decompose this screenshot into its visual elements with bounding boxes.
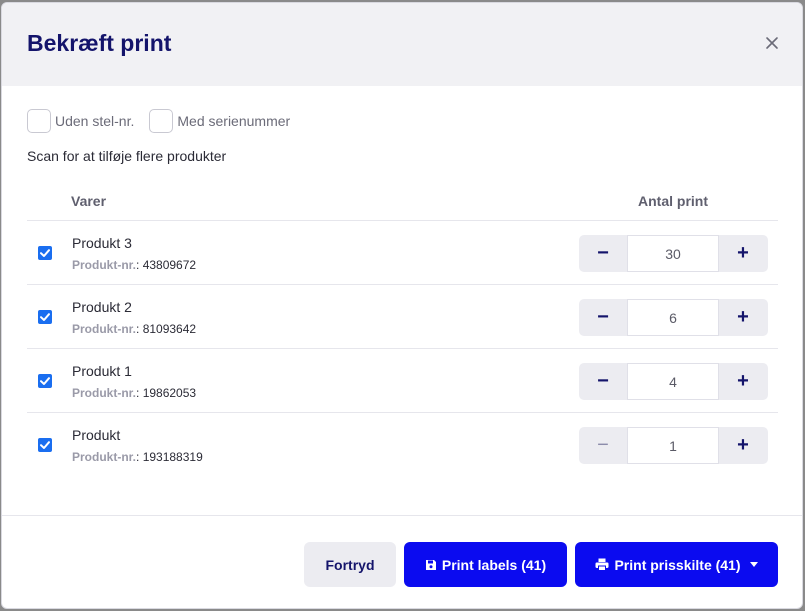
minus-icon: − <box>597 242 609 264</box>
decrement-button[interactable]: − <box>579 363 627 400</box>
cancel-button[interactable]: Fortryd <box>304 542 396 587</box>
sku-label: Produkt-nr. <box>72 322 137 336</box>
sku-value: 81093642 <box>142 322 197 336</box>
sku-value: 19862053 <box>142 386 197 400</box>
sku-separator: : <box>136 450 143 464</box>
plus-icon: + <box>737 370 749 392</box>
sku-separator: : <box>136 386 143 400</box>
option-with-serial-number[interactable]: Med serienummer <box>149 109 290 133</box>
options-row: Uden stel-nr. Med serienummer <box>27 109 305 133</box>
row-checkbox[interactable] <box>38 246 52 260</box>
column-header-print-count: Antal print <box>638 193 708 209</box>
plus-icon: + <box>737 434 749 456</box>
print-labels-label: Print labels (41) <box>441 556 547 573</box>
quantity-input[interactable] <box>627 235 719 272</box>
confirm-print-dialog: Bekræft print Uden stel-nr. Med serienum… <box>1 2 803 609</box>
quantity-stepper: − + <box>579 299 768 336</box>
sku-separator: : <box>136 322 143 336</box>
row-checkbox[interactable] <box>38 438 52 452</box>
product-name: Produkt <box>72 427 121 443</box>
product-name: Produkt 1 <box>72 363 132 379</box>
print-price-tags-button[interactable]: Print prisskilte (41) <box>575 542 778 587</box>
product-sku: Produkt-nr.: 81093642 <box>72 322 196 336</box>
option-checkbox[interactable] <box>27 109 51 133</box>
decrement-button[interactable]: − <box>579 235 627 272</box>
sku-label: Produkt-nr. <box>72 386 137 400</box>
print-price-tags-label: Print prisskilte (41) <box>614 556 741 573</box>
row-checkbox[interactable] <box>38 374 52 388</box>
sku-separator: : <box>136 258 143 272</box>
product-name: Produkt 3 <box>72 235 132 251</box>
decrement-button[interactable]: − <box>579 427 627 464</box>
quantity-stepper: − + <box>579 235 768 272</box>
option-label: Med serienummer <box>177 113 291 129</box>
product-sku: Produkt-nr.: 43809672 <box>72 258 196 272</box>
minus-icon: − <box>597 434 609 456</box>
sku-value: 193188319 <box>142 450 203 464</box>
increment-button[interactable]: + <box>719 427 767 464</box>
scan-hint: Scan for at tilføje flere produkter <box>27 148 227 164</box>
print-labels-button[interactable]: Print labels (41) <box>404 542 567 587</box>
option-label: Uden stel-nr. <box>55 113 135 129</box>
close-icon <box>764 35 780 51</box>
close-button[interactable] <box>764 35 780 51</box>
sku-label: Produkt-nr. <box>72 450 137 464</box>
plus-icon: + <box>737 306 749 328</box>
table-row: Produkt 2 Produkt-nr.: 81093642 − + <box>27 285 778 349</box>
minus-icon: − <box>597 306 609 328</box>
table-row: Produkt 1 Produkt-nr.: 19862053 − + <box>27 349 778 413</box>
printer-icon <box>595 558 609 571</box>
option-without-frame-number[interactable]: Uden stel-nr. <box>27 109 134 133</box>
minus-icon: − <box>597 370 609 392</box>
increment-button[interactable]: + <box>719 299 767 336</box>
decrement-button[interactable]: − <box>579 299 627 336</box>
table-row: Produkt Produkt-nr.: 193188319 − + <box>27 413 778 477</box>
column-header-items: Varer <box>71 193 107 209</box>
option-checkbox[interactable] <box>149 109 174 133</box>
increment-button[interactable]: + <box>719 235 767 272</box>
products-table: Varer Antal print Produkt 3 Produkt-nr.:… <box>27 181 778 477</box>
quantity-input[interactable] <box>627 363 719 400</box>
product-name: Produkt 2 <box>72 299 132 315</box>
plus-icon: + <box>737 242 749 264</box>
sku-label: Produkt-nr. <box>72 258 137 272</box>
quantity-stepper: − + <box>579 427 768 464</box>
quantity-stepper: − + <box>579 363 768 400</box>
table-row: Produkt 3 Produkt-nr.: 43809672 − + <box>27 221 778 285</box>
product-sku: Produkt-nr.: 193188319 <box>72 450 203 464</box>
quantity-input[interactable] <box>627 427 719 464</box>
dialog-footer: Fortryd Print labels (41) Print prisskil… <box>2 515 802 608</box>
sku-value: 43809672 <box>142 258 197 272</box>
dialog-header: Bekræft print <box>2 3 802 86</box>
floppy-disk-icon <box>425 559 437 571</box>
increment-button[interactable]: + <box>719 363 767 400</box>
table-header: Varer Antal print <box>27 181 778 221</box>
row-checkbox[interactable] <box>38 310 52 324</box>
caret-down-icon <box>749 562 758 567</box>
product-sku: Produkt-nr.: 19862053 <box>72 386 196 400</box>
quantity-input[interactable] <box>627 299 719 336</box>
dialog-title: Bekræft print <box>27 30 172 56</box>
